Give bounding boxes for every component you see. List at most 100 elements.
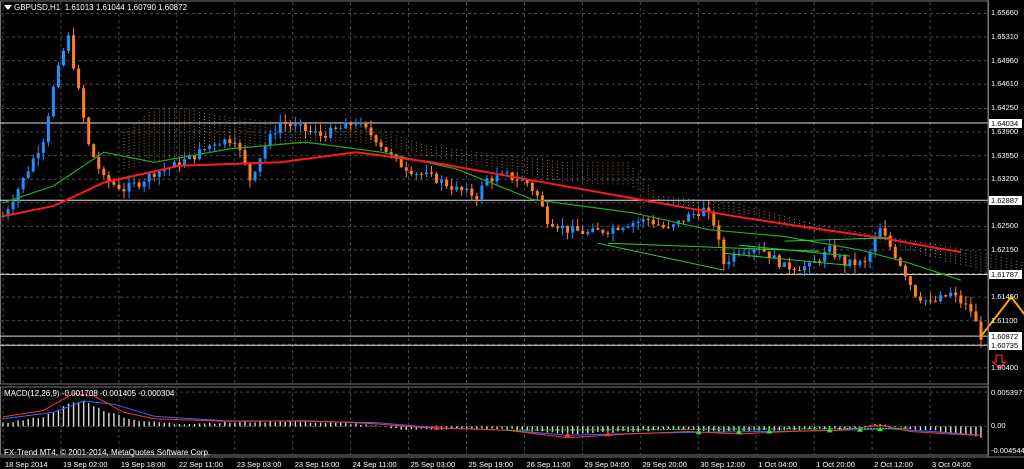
candle-body[interactable] (717, 225, 721, 240)
candle-body[interactable] (621, 227, 625, 231)
candle-body[interactable] (853, 259, 857, 266)
candle-body[interactable] (631, 222, 635, 227)
candle-body[interactable] (440, 179, 444, 183)
candle-body[interactable] (964, 303, 968, 305)
chart-window[interactable]: GBPUSD,H1 1.61013 1.61044 1.60790 1.6087… (0, 0, 1024, 469)
candle-body[interactable] (556, 226, 560, 229)
candle-body[interactable] (46, 116, 50, 143)
candle-body[interactable] (218, 144, 222, 146)
candle-body[interactable] (505, 172, 509, 174)
candle-body[interactable] (787, 262, 791, 270)
candle-body[interactable] (697, 214, 701, 217)
candle-body[interactable] (248, 163, 252, 181)
candle-body[interactable] (203, 148, 207, 150)
candle-body[interactable] (92, 144, 96, 158)
candle-body[interactable] (611, 227, 615, 234)
candle-body[interactable] (354, 124, 358, 126)
candle-body[interactable] (913, 285, 917, 297)
candle-body[interactable] (803, 266, 807, 271)
candle-body[interactable] (409, 170, 413, 175)
candle-body[interactable] (127, 182, 131, 192)
candle-body[interactable] (253, 171, 257, 181)
candle-body[interactable] (369, 127, 373, 136)
candle-body[interactable] (515, 179, 519, 181)
candle-body[interactable] (324, 135, 328, 138)
candle-body[interactable] (924, 300, 928, 302)
candle-body[interactable] (21, 177, 25, 190)
candle-body[interactable] (646, 218, 650, 220)
candle-body[interactable] (465, 188, 469, 191)
candle-body[interactable] (656, 224, 660, 226)
candle-body[interactable] (586, 231, 590, 234)
candle-body[interactable] (414, 173, 418, 175)
candle-body[interactable] (581, 230, 585, 234)
candle-body[interactable] (636, 221, 640, 223)
candle-body[interactable] (863, 261, 867, 263)
candle-body[interactable] (838, 256, 842, 258)
candle-body[interactable] (828, 245, 832, 252)
candle-body[interactable] (379, 142, 383, 147)
candle-body[interactable] (329, 127, 333, 138)
candle-body[interactable] (344, 122, 348, 129)
candle-body[interactable] (727, 261, 731, 265)
candle-body[interactable] (782, 262, 786, 268)
candle-body[interactable] (31, 158, 35, 172)
candle-body[interactable] (722, 239, 726, 265)
candle-body[interactable] (404, 167, 408, 171)
candle-body[interactable] (530, 182, 534, 191)
candle-body[interactable] (772, 255, 776, 258)
candle-body[interactable] (97, 157, 101, 169)
candle-body[interactable] (117, 184, 121, 190)
candle-body[interactable] (293, 124, 297, 127)
candle-body[interactable] (243, 150, 247, 164)
candle-body[interactable] (424, 172, 428, 175)
candle-body[interactable] (606, 232, 610, 234)
candle-body[interactable] (858, 261, 862, 266)
candle-body[interactable] (550, 224, 554, 227)
candle-body[interactable] (974, 311, 978, 322)
candle-body[interactable] (213, 144, 217, 146)
candle-body[interactable] (888, 235, 892, 247)
candle-body[interactable] (626, 226, 630, 228)
candle-body[interactable] (11, 201, 15, 210)
candle-body[interactable] (228, 139, 232, 144)
candle-body[interactable] (929, 300, 933, 302)
candle-body[interactable] (561, 225, 565, 229)
candle-body[interactable] (843, 256, 847, 266)
trendline[interactable] (723, 252, 850, 266)
candle-body[interactable] (566, 225, 570, 233)
candle-body[interactable] (51, 86, 55, 117)
candle-body[interactable] (848, 259, 852, 266)
candle-body[interactable] (954, 292, 958, 296)
candle-body[interactable] (273, 133, 277, 135)
candle-body[interactable] (576, 226, 580, 231)
candle-body[interactable] (339, 128, 343, 130)
candle-body[interactable] (112, 181, 116, 185)
candle-body[interactable] (752, 249, 756, 253)
candle-body[interactable] (712, 212, 716, 226)
candle-body[interactable] (303, 124, 307, 131)
candle-body[interactable] (742, 252, 746, 254)
candle-body[interactable] (278, 121, 282, 134)
candle-body[interactable] (319, 131, 323, 136)
candle-body[interactable] (122, 189, 126, 192)
candle-body[interactable] (399, 158, 403, 168)
candle-body[interactable] (883, 228, 887, 236)
candle-body[interactable] (419, 173, 423, 175)
candle-body[interactable] (384, 146, 388, 153)
candle-body[interactable] (944, 295, 948, 297)
candle-body[interactable] (682, 220, 686, 222)
candle-body[interactable] (959, 295, 963, 304)
candle-body[interactable] (661, 225, 665, 228)
candle-body[interactable] (82, 88, 86, 118)
candle-body[interactable] (208, 145, 212, 149)
candle-body[interactable] (77, 68, 81, 89)
candle-body[interactable] (288, 123, 292, 127)
candle-body[interactable] (747, 252, 751, 254)
candle-body[interactable] (797, 270, 801, 272)
candle-body[interactable] (157, 171, 161, 177)
candle-body[interactable] (601, 229, 605, 233)
candle-body[interactable] (238, 143, 242, 151)
candle-body[interactable] (470, 188, 474, 196)
candle-body[interactable] (263, 146, 267, 159)
